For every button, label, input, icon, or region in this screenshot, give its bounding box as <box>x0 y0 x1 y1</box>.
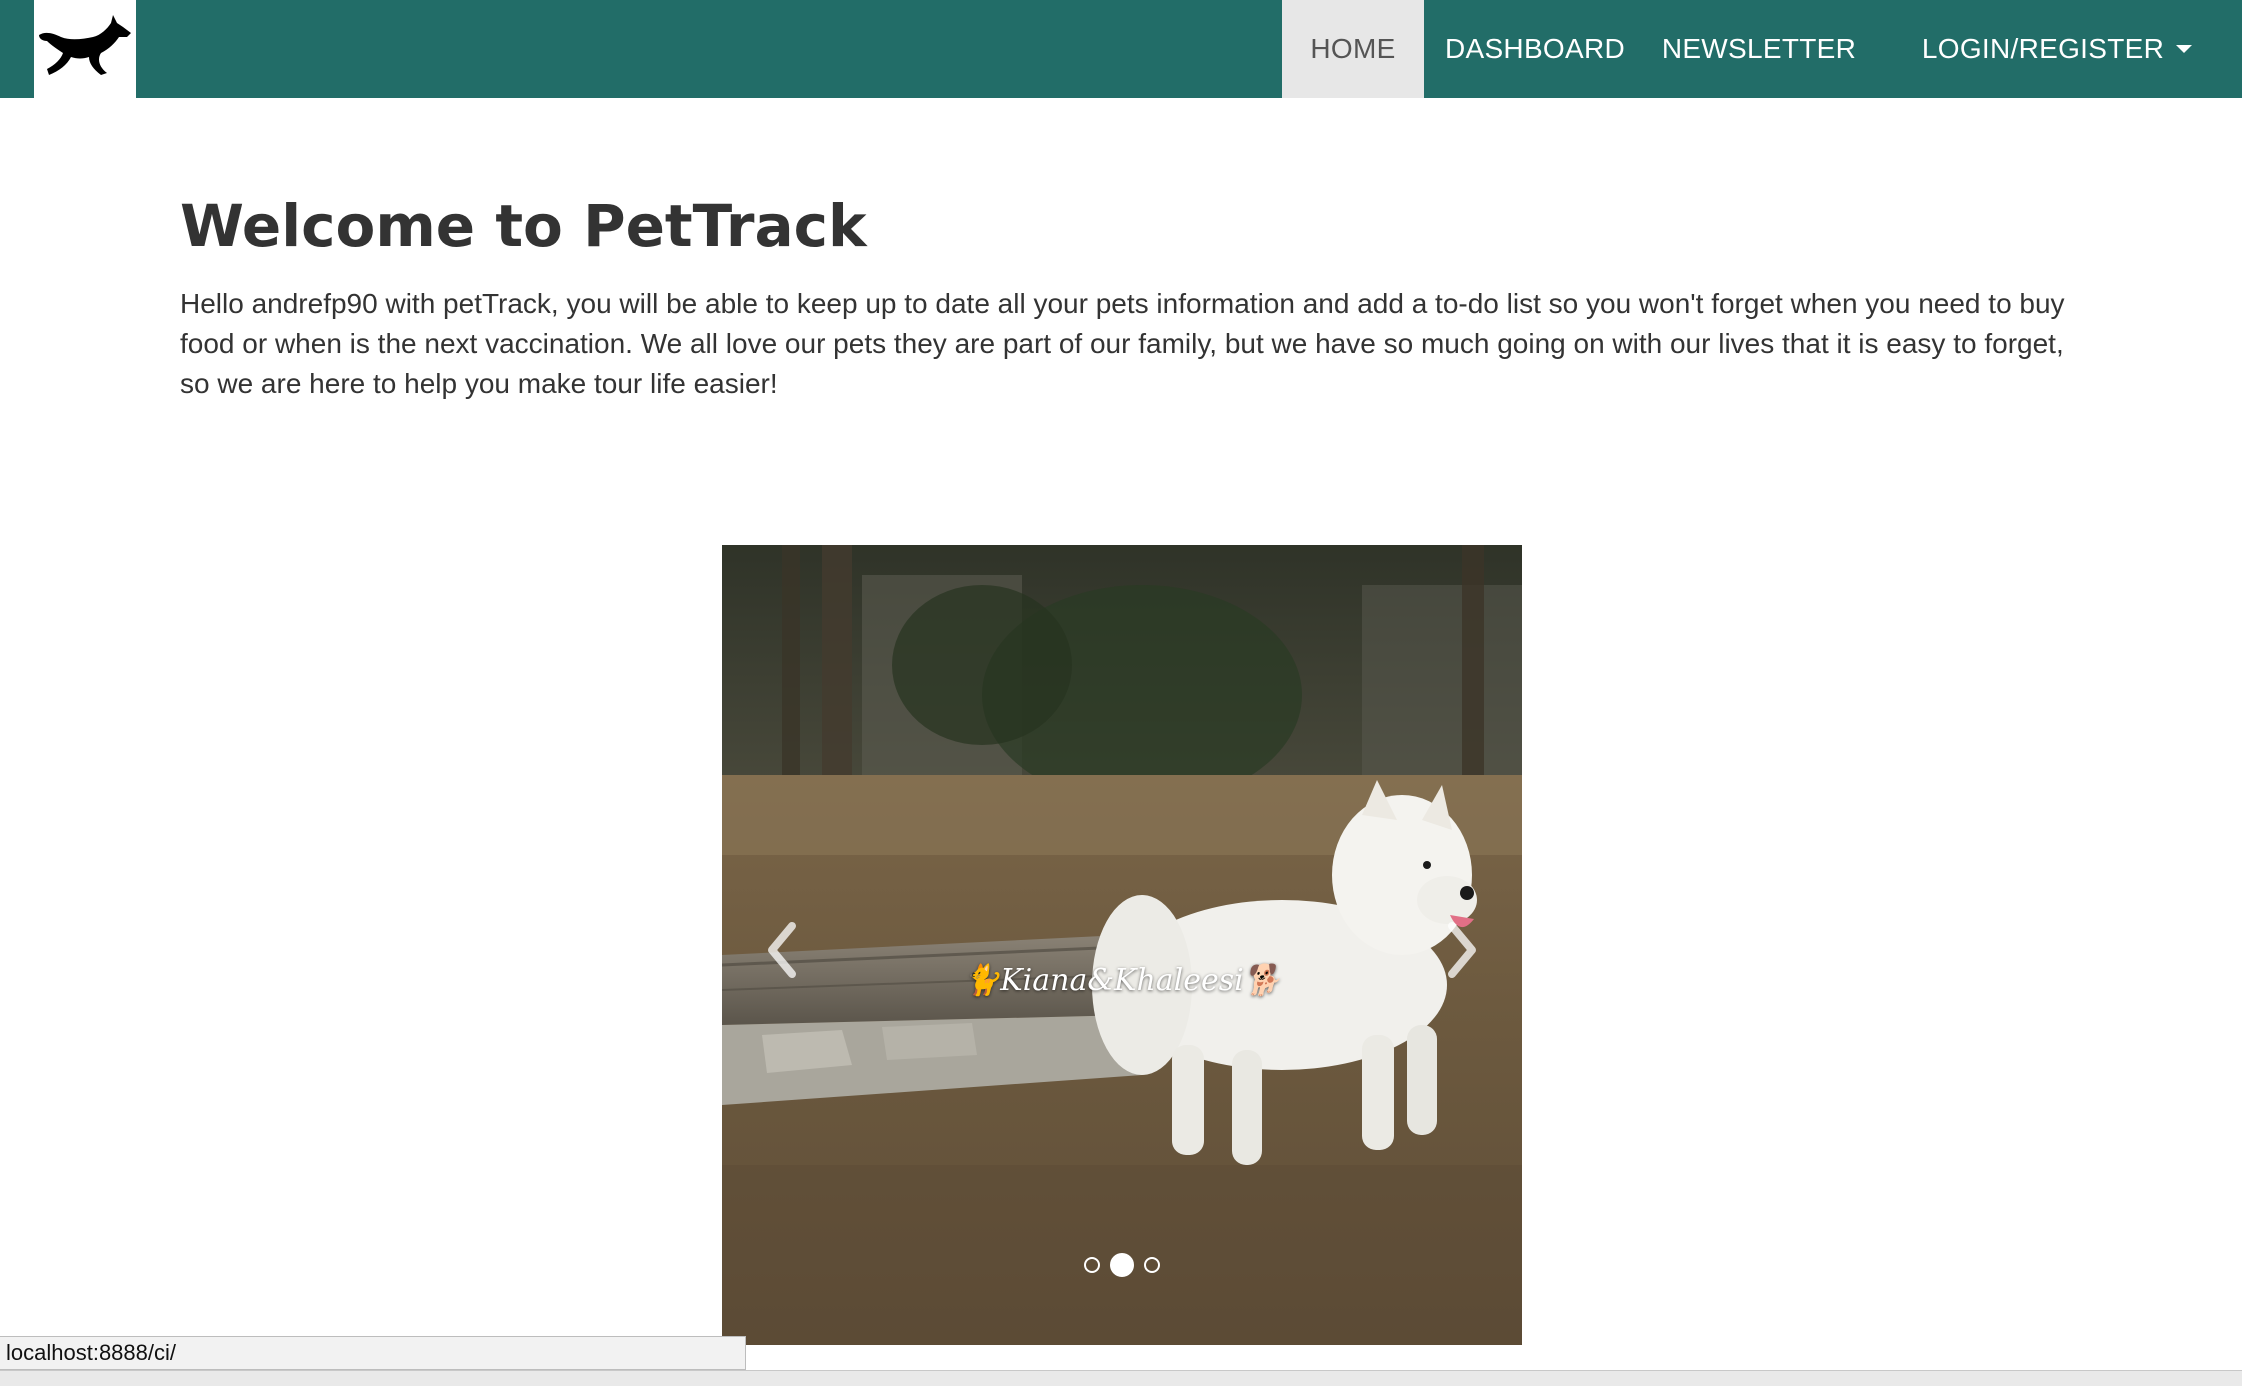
carousel-caption-text: Kiana&Khaleesi <box>1000 963 1244 998</box>
dog-silhouette-icon: 🐕 <box>1243 963 1282 998</box>
page-title: Welcome to PetTrack <box>180 192 867 260</box>
site-logo[interactable] <box>34 0 136 98</box>
cat-silhouette-icon: 🐈 <box>962 963 1001 998</box>
running-dog-icon <box>39 15 131 75</box>
nav-login-register-dropdown[interactable]: LOGIN/REGISTER <box>1872 0 2242 98</box>
intro-paragraph: Hello andrefp90 with petTrack, you will … <box>180 288 2065 399</box>
carousel-indicator-1[interactable] <box>1084 1257 1100 1273</box>
carousel-slide-image <box>722 545 1522 1345</box>
browser-status-url: localhost:8888/ci/ <box>0 1336 746 1370</box>
caret-down-icon <box>2176 45 2193 53</box>
nav-newsletter-label: NEWSLETTER <box>1661 33 1857 64</box>
nav-home[interactable]: HOME <box>1282 0 1424 98</box>
carousel-caption: 🐈Kiana&Khaleesi🐕 <box>722 963 1522 998</box>
top-navbar: HOME DASHBOARD NEWSLETTER LOGIN/REGISTER <box>0 0 2242 98</box>
image-carousel: 🐈Kiana&Khaleesi🐕 <box>722 545 1522 1345</box>
nav-dashboard[interactable]: DASHBOARD <box>1424 0 1646 98</box>
carousel-indicator-2[interactable] <box>1110 1253 1134 1277</box>
nav-dashboard-label: DASHBOARD <box>1444 33 1626 64</box>
carousel-indicator-3[interactable] <box>1144 1257 1160 1273</box>
nav-home-label: HOME <box>1310 33 1396 64</box>
nav-login-register-label: LOGIN/REGISTER <box>1921 33 2165 64</box>
browser-bottom-edge <box>0 1370 2242 1386</box>
carousel-indicators <box>722 1253 1522 1277</box>
nav-newsletter[interactable]: NEWSLETTER <box>1646 0 1872 98</box>
